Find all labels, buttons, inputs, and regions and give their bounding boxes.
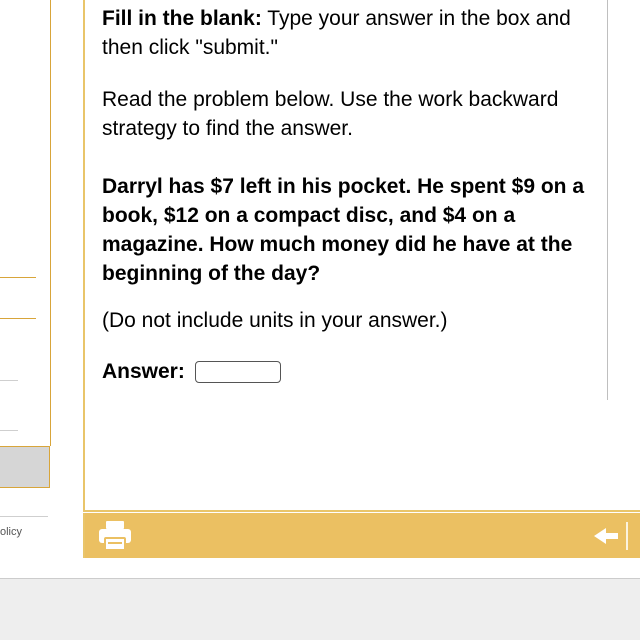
strategy-text: Read the problem below. Use the work bac… — [102, 88, 559, 140]
bottom-area — [0, 578, 640, 640]
sidebar-divider — [0, 430, 18, 431]
answer-row: Answer: — [102, 357, 281, 386]
sidebar-footer-divider — [0, 516, 48, 517]
panel-scroll-divider — [607, 0, 608, 400]
instruction-heading: Fill in the blank: — [102, 7, 262, 30]
printer-icon[interactable] — [97, 520, 133, 552]
footer-toolbar — [83, 513, 640, 558]
sidebar-border — [50, 0, 51, 446]
answer-label: Answer: — [102, 360, 185, 383]
page: olicy Fill in the blank: Type your answe… — [0, 0, 640, 640]
sidebar-divider — [0, 380, 18, 381]
answer-input[interactable] — [194, 360, 281, 383]
toolbar-separator — [626, 522, 628, 550]
instructions: Fill in the blank: Type your answer in t… — [102, 4, 607, 62]
privacy-policy-link[interactable]: olicy — [0, 526, 22, 538]
sidebar-button[interactable] — [0, 446, 50, 488]
units-note: (Do not include units in your answer.) — [102, 309, 448, 332]
arrow-left-icon[interactable] — [594, 526, 620, 546]
problem-text: Darryl has $7 left in his pocket. He spe… — [102, 175, 584, 285]
sidebar-divider — [0, 277, 36, 278]
sidebar-divider — [0, 318, 36, 319]
